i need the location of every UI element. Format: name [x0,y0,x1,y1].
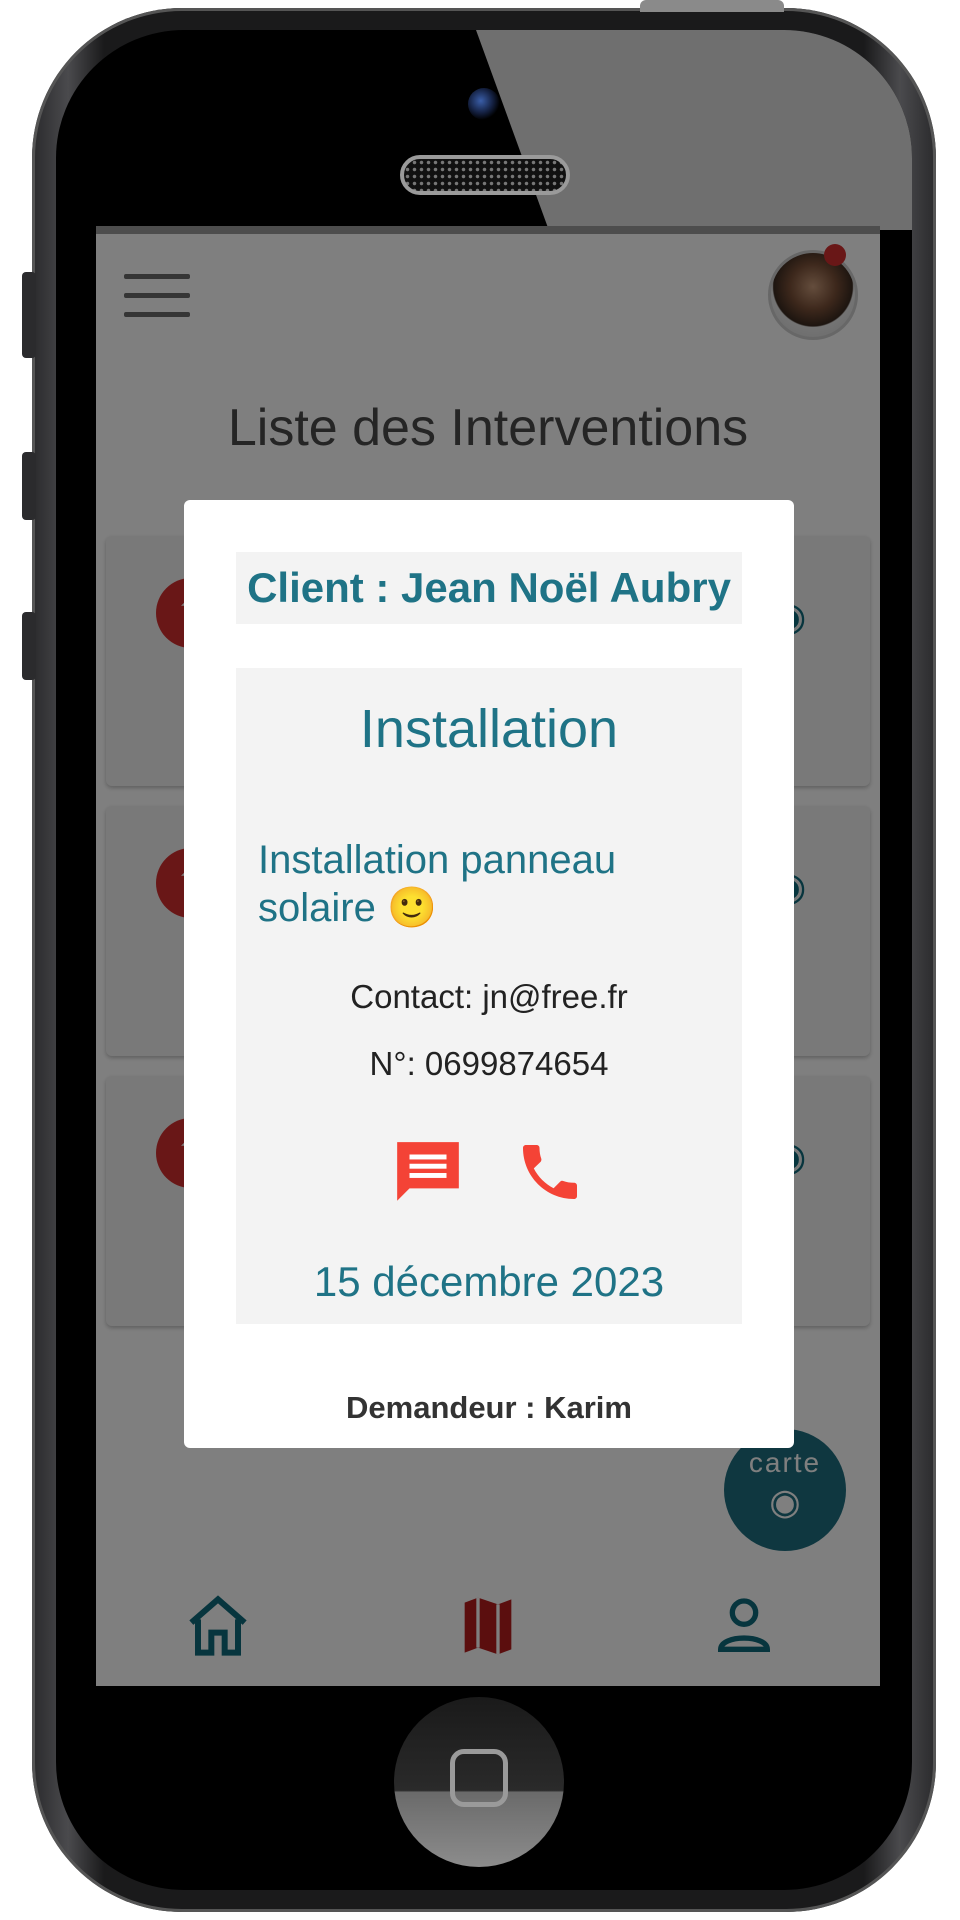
screen-glare [476,30,912,230]
requester-name: Demandeur : Karim [346,1390,632,1425]
intervention-info: Installation Installation panneau solair… [236,668,742,1324]
intervention-type: Installation [359,699,619,759]
client-header: Client : Jean Noël Aubry [236,552,742,624]
mute-switch [22,272,36,358]
volume-up-button [22,452,36,520]
intervention-detail-modal: Client : Jean Noël Aubry Installation In… [184,500,794,1448]
intervention-date: 15 décembre 2023 [313,1258,665,1305]
power-button [640,0,784,12]
home-button-icon [450,1749,508,1807]
message-icon[interactable] [390,1136,466,1210]
phone-icon[interactable] [514,1136,586,1208]
intervention-description: Installation panneau solaire 🙂 [258,838,617,930]
front-camera [468,88,500,120]
volume-down-button [22,612,36,680]
app-screen: Liste des Interventions ⬆ ◉ ⬆ ◉ ⬆ ◉ cart… [96,226,880,1686]
earpiece-speaker [400,155,570,195]
client-name: Client : Jean Noël Aubry [247,564,731,611]
contact-email: Contact: jn@free.fr [350,978,628,1015]
contact-phone: N°: 0699874654 [369,1045,609,1082]
